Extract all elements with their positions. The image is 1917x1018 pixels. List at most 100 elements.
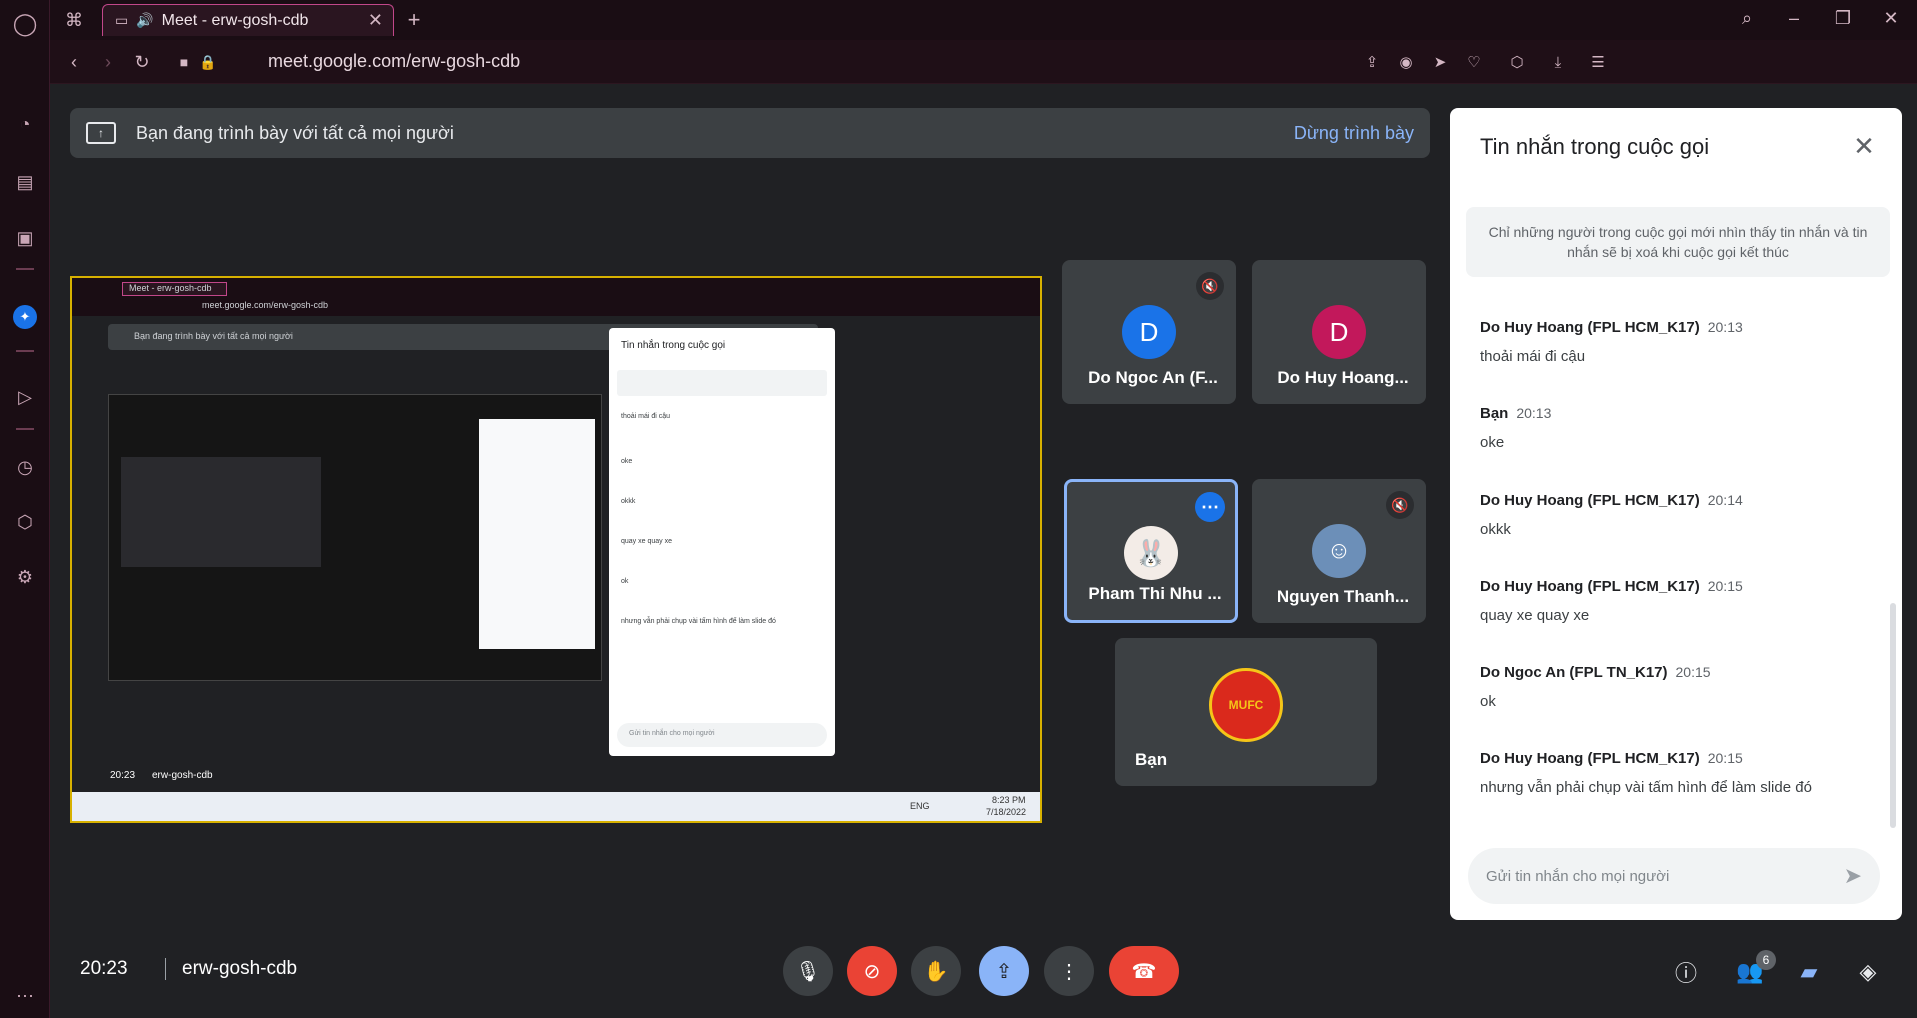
lock-icon[interactable]: 🔒 [194,48,222,76]
workspaces-gamepad-icon[interactable]: ⌘ [60,6,88,34]
message-text: okkk [1480,521,1511,538]
minimize-icon[interactable]: – [1780,4,1808,32]
chat-title: Tin nhắn trong cuộc gọi [1480,134,1710,159]
message-time: 20:13 [1707,319,1743,335]
stop-presenting-button[interactable]: Dừng trình bày [1294,123,1414,144]
leave-call-button[interactable]: ☎ [1109,946,1179,996]
preview-taskbar-date: 7/18/2022 [986,807,1027,817]
forward-icon[interactable]: › [94,48,122,76]
participant-tile[interactable]: 🔇 ☺ Nguyen Thanh... [1252,479,1426,623]
chat-message: Do Huy Hoang (FPL HCM_K17) 20:14 okkk [1480,492,1880,538]
participant-name: Nguyen Thanh... [1276,587,1410,606]
tab-close-icon[interactable]: ✕ [368,10,383,31]
preview-time: 20:23 [110,770,136,781]
back-icon[interactable]: ‹ [60,48,88,76]
message-time: 20:13 [1516,405,1552,421]
opera-logo-icon[interactable]: ◯ [13,11,38,36]
preview-present-text: Bạn đang trình bày với tất cả mọi người [134,331,293,341]
participant-tile[interactable]: D Do Huy Hoang... [1252,260,1426,404]
sidebar-more-icon[interactable]: ⋯ [13,984,37,1008]
send-icon[interactable]: ➤ [1426,48,1454,76]
chat-input-placeholder: Gửi tin nhắn cho mọi người [1486,867,1670,885]
preview-chat-input: Gửi tin nhắn cho mọi người [617,723,827,747]
preview-nested-screen [108,394,602,681]
preview-url: meet.google.com/erw-gosh-cdb [202,300,329,310]
chat-scrollbar[interactable] [1890,603,1896,828]
participant-tile-self[interactable]: MUFC Bạn [1115,638,1377,786]
participant-tile[interactable]: 🔇 D Do Ngoc An (F... [1062,260,1236,404]
extensions-cube-icon[interactable]: ⬡ [13,510,37,534]
twitch-icon[interactable]: ▣ [13,226,37,250]
search-icon[interactable]: ⌕ [1733,4,1761,32]
tab-meet[interactable]: ▭ 🔊 Meet - erw-gosh-cdb ✕ [102,4,394,36]
participant-name: Bạn [1135,750,1168,769]
new-tab-icon[interactable]: + [400,6,428,34]
microphone-button[interactable]: 🎙 [783,946,833,996]
history-icon[interactable]: ◷ [13,455,37,479]
preview-code: erw-gosh-cdb [152,770,213,781]
people-icon[interactable]: 👥 6 [1734,950,1776,988]
more-options-icon[interactable]: ⋯ [1195,492,1225,522]
send-message-icon[interactable]: ➤ [1844,863,1862,889]
message-text: quay xe quay xe [1480,607,1590,624]
preview-chat-line: quay xe quay xe [621,538,672,545]
hand-icon: ✋ [923,960,949,983]
preview-chat-line: okkk [621,498,636,505]
messenger-icon[interactable]: ✦ [13,305,37,329]
preview-chat-title: Tin nhắn trong cuộc gọi [621,340,726,351]
tab-title: Meet - erw-gosh-cdb [161,11,309,29]
close-chat-icon[interactable]: ✕ [1848,130,1880,162]
message-time: 20:15 [1707,578,1743,594]
sidebar-divider [16,350,34,352]
snapshot-icon[interactable]: ◉ [1392,48,1420,76]
presenting-text: Bạn đang trình bày với tất cả mọi người [136,122,454,143]
restore-icon[interactable]: ❐ [1829,4,1857,32]
meeting-details-info-icon[interactable]: ⓘ [1670,956,1702,988]
mic-off-icon: 🔇 [1196,272,1224,300]
preview-nested-deep [121,457,321,567]
camera-off-icon: ⊘ [863,960,881,983]
participant-name: Do Ngoc An (F... [1088,368,1218,387]
chat-message: Do Huy Hoang (FPL HCM_K17) 20:15 quay xe … [1480,578,1880,624]
activities-icon[interactable]: ◈ [1852,956,1884,988]
manchester-united-logo-icon: MUFC [1209,668,1283,742]
bookmark-heart-icon[interactable]: ♡ [1460,48,1488,76]
chat-icon[interactable]: ▰ [1793,956,1825,988]
download-icon[interactable]: ⤓ [1544,48,1572,76]
close-window-icon[interactable]: ✕ [1877,4,1905,32]
more-options-button[interactable]: ⋮ [1044,946,1094,996]
share-icon[interactable]: ⇪ [1358,48,1386,76]
briefcase-icon[interactable]: ▤ [13,170,37,194]
message-author: Do Ngoc An (FPL TN_K17) [1480,664,1668,681]
extensions-icon[interactable]: ⬡ [1503,48,1531,76]
preview-tab: Meet - erw-gosh-cdb [122,282,227,296]
end-call-icon: ☎ [1131,960,1157,983]
present-now-button[interactable]: ⇪ [979,946,1029,996]
tab-window-icon: ▭ [115,12,129,28]
easy-setup-icon[interactable]: ☰ [1584,48,1612,76]
settings-gear-icon[interactable]: ⚙ [13,565,37,589]
player-icon[interactable]: ▷ [13,385,37,409]
chat-message: Do Huy Hoang (FPL HCM_K17) 20:13 thoải má… [1480,319,1880,365]
speed-dial-icon[interactable]: ◔ [13,112,37,136]
url-field[interactable]: meet.google.com/erw-gosh-cdb [268,51,520,72]
message-author: Bạn [1480,405,1509,422]
call-time: 20:23 [80,958,128,979]
presenting-banner: ↑ Bạn đang trình bày với tất cả mọi ngườ… [70,108,1430,158]
people-count-badge: 6 [1756,950,1776,970]
avatar: D [1312,305,1366,359]
reload-icon[interactable]: ↻ [128,48,156,76]
more-vert-icon: ⋮ [1059,960,1079,983]
preview-meet: Bạn đang trình bày với tất cả mọi người … [72,316,1040,796]
participant-name: Pham Thi Nhu ... [1088,584,1222,603]
participant-tile-active[interactable]: ⋯ 🐰 Pham Thi Nhu ... [1064,479,1238,623]
chat-input[interactable]: Gửi tin nhắn cho mọi người ➤ [1468,848,1880,904]
tab-audio-icon[interactable]: 🔊 [136,12,153,29]
message-text: nhưng vẫn phải chụp vài tấm hình để làm … [1480,779,1812,796]
preview-taskbar-time: 8:23 PM [992,795,1026,805]
preview-nested-chat [479,419,595,649]
raise-hand-button[interactable]: ✋ [911,946,961,996]
meet-stage: ↑ Bạn đang trình bày với tất cả mọi ngườ… [50,84,1917,1018]
camera-off-button[interactable]: ⊘ [847,946,897,996]
preview-taskbar-lang: ENG [910,801,930,811]
